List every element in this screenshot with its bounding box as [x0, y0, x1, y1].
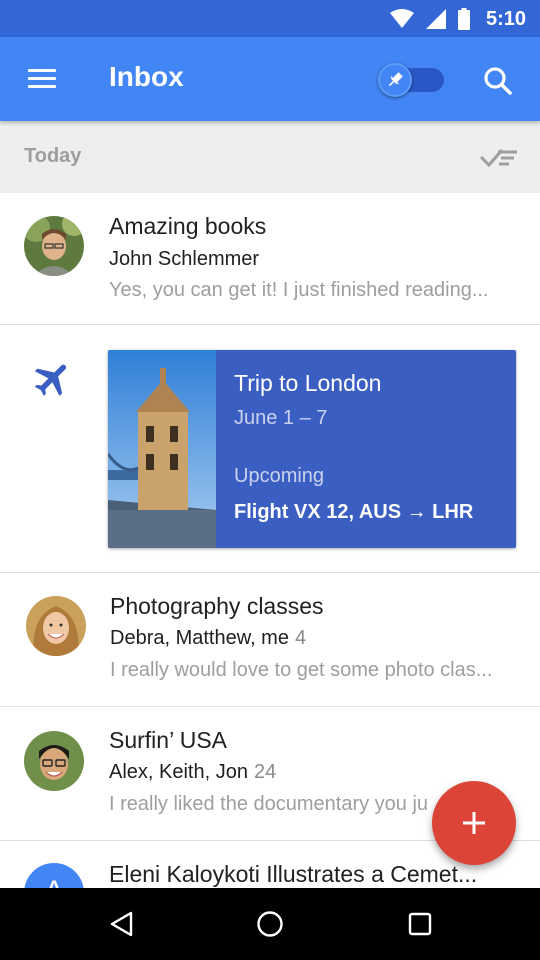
battery-icon: [457, 8, 470, 30]
sweep-done-icon: [479, 149, 517, 168]
email-subject: Photography classes: [110, 593, 324, 619]
email-subject: Eleni Kaloykoti Illustrates a Cemet...: [109, 861, 478, 887]
back-button[interactable]: [102, 904, 142, 944]
trip-dates: June 1 – 7: [234, 407, 328, 429]
home-button[interactable]: [250, 904, 290, 944]
menu-button[interactable]: [22, 65, 62, 93]
email-subject: Amazing books: [109, 213, 267, 239]
section-title: Today: [24, 145, 82, 167]
nav-bar: [0, 888, 540, 960]
search-button[interactable]: [480, 63, 516, 99]
recents-button[interactable]: [400, 904, 440, 944]
status-time: 5:10: [485, 7, 526, 30]
thread-count: 24: [253, 761, 277, 783]
email-row[interactable]: Photography classes Debra, Matthew, me 4 …: [0, 573, 540, 707]
email-participants: Debra, Matthew, me: [110, 627, 289, 649]
avatar: [24, 731, 84, 791]
menu-icon: [28, 69, 56, 72]
trip-card[interactable]: Trip to London June 1 – 7 Upcoming Fligh…: [108, 350, 516, 548]
trip-row[interactable]: Trip to London June 1 – 7 Upcoming Fligh…: [0, 325, 540, 573]
section-header: Today: [0, 121, 540, 193]
search-icon: [484, 67, 512, 95]
status-bar: 5:10: [0, 0, 540, 37]
email-snippet: I really would love to get some photo cl…: [110, 659, 493, 681]
page-title: Inbox: [109, 61, 184, 92]
back-icon: [110, 911, 133, 937]
sweep-button[interactable]: [478, 141, 520, 173]
wifi-icon: [389, 9, 414, 28]
email-sender: John Schlemmer: [109, 248, 260, 270]
pin-toggle[interactable]: [378, 63, 446, 97]
pin-icon: [388, 72, 403, 87]
home-icon: [257, 911, 283, 937]
email-row[interactable]: Amazing books John Schlemmer Yes, you ca…: [0, 193, 540, 325]
thread-count: 4: [294, 627, 307, 649]
email-sender: Debra, Matthew, me 4: [110, 627, 306, 650]
avatar: [24, 216, 84, 276]
avatar: [26, 596, 86, 656]
email-participants: Alex, Keith, Jon: [109, 761, 248, 783]
email-sender: Alex, Keith, Jon 24: [109, 761, 276, 784]
trip-status: Upcoming: [234, 465, 325, 487]
email-snippet: I really liked the documentary you ju: [109, 793, 429, 815]
trip-title: Trip to London: [234, 370, 382, 396]
trip-flight: Flight VX 12, AUS → LHR: [234, 501, 474, 523]
pin-toggle-thumb: [378, 63, 412, 97]
plus-icon: [463, 812, 485, 834]
email-snippet: Yes, you can get it! I just finished rea…: [109, 279, 489, 301]
recents-icon: [408, 912, 432, 936]
email-subject: Surfin’ USA: [109, 727, 228, 753]
airplane-icon: [34, 364, 67, 396]
app-bar: Inbox: [0, 37, 540, 121]
compose-button[interactable]: [432, 781, 516, 865]
signal-icon: [425, 9, 446, 29]
trip-image: [108, 350, 216, 548]
status-icons: 5:10: [389, 7, 526, 31]
